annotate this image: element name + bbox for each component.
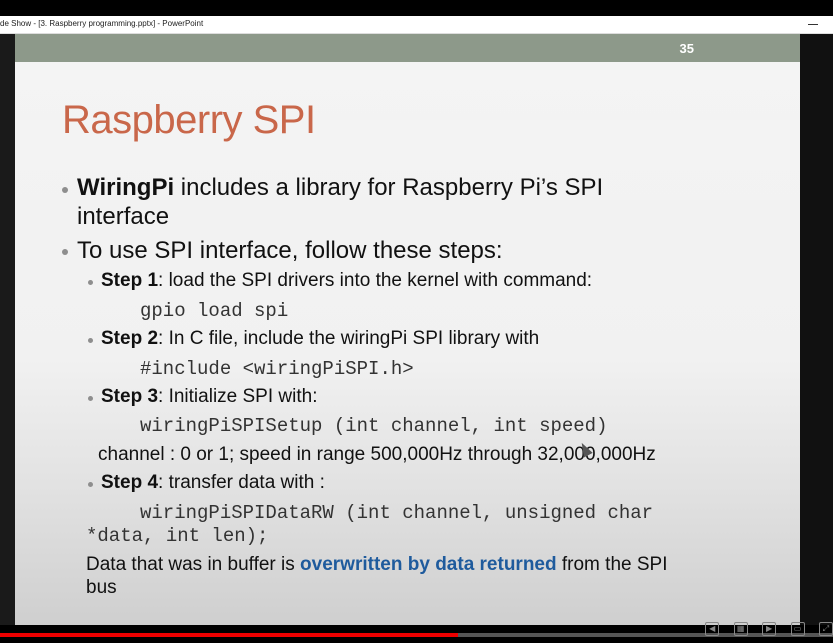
progress-fill <box>0 633 459 637</box>
next-slide-icon[interactable]: ▶ <box>762 622 777 636</box>
bullet-dot <box>62 249 68 255</box>
bullet-1-line-2: interface <box>77 203 170 230</box>
step-2-label: Step 2 <box>101 328 159 349</box>
bullet-dot <box>62 187 68 193</box>
left-letterbox <box>0 34 15 625</box>
slide-sorter-icon[interactable]: ▦ <box>733 622 748 636</box>
step-1-line: Step 1: load the SPI drivers into the ke… <box>101 270 592 292</box>
right-letterbox <box>800 34 833 625</box>
final-note-highlight: overwritten by data returned <box>300 554 557 575</box>
slideshow-controls: ◀ ▦ ▶ ▭ ⤢ <box>695 622 833 636</box>
final-note-line-1: Data that was in buffer is overwritten b… <box>86 554 667 576</box>
step-2-text: : In C file, include the wiringPi SPI li… <box>158 328 540 349</box>
step-3-code: wiringPiSPISetup (int channel, int speed… <box>140 415 608 437</box>
slide-number: 35 <box>679 41 694 56</box>
final-note-pre: Data that was in buffer is <box>86 554 301 575</box>
minimize-icon[interactable] <box>808 18 819 29</box>
bullet-1-bold: WiringPi <box>77 174 175 201</box>
step-3-note: channel : 0 or 1; speed in range 500,000… <box>98 444 656 465</box>
step-2-line: Step 2: In C file, include the wiringPi … <box>101 328 539 350</box>
sub-bullet-dot <box>88 396 93 401</box>
slide-title: Raspberry SPI <box>62 98 316 142</box>
step-4-text: : transfer data with : <box>158 472 325 493</box>
window-title: de Show - [3. Raspberry programming.pptx… <box>0 19 204 28</box>
step-4-line: Step 4: transfer data with : <box>101 472 325 494</box>
normal-view-icon[interactable]: ▭ <box>790 622 805 636</box>
final-note-post: from the SPI <box>556 554 668 575</box>
step-3-label: Step 3 <box>101 386 159 407</box>
sub-bullet-dot <box>88 280 93 285</box>
bullet-1-line-1: WiringPi includes a library for Raspberr… <box>77 174 603 202</box>
step-4-label: Step 4 <box>101 472 159 493</box>
step-3-line: Step 3: Initialize SPI with: <box>101 386 317 408</box>
bullet-2: To use SPI interface, follow these steps… <box>77 237 503 264</box>
bullet-1-text: includes a library for Raspberry Pi’s SP… <box>174 174 604 201</box>
step-4-code-line-1: wiringPiSPIDataRW (int channel, unsigned… <box>140 502 654 524</box>
prev-slide-icon[interactable]: ◀ <box>705 622 720 636</box>
window-titlebar: de Show - [3. Raspberry programming.pptx… <box>0 16 833 34</box>
sub-bullet-dot <box>88 482 93 487</box>
step-2-code: #include <wiringPiSPI.h> <box>140 358 414 380</box>
sub-bullet-dot <box>88 338 93 343</box>
step-4-code-line-2: *data, int len); <box>86 525 269 547</box>
slide-header-bar: 35 <box>15 34 800 62</box>
step-1-label: Step 1 <box>101 270 159 291</box>
fit-icon[interactable]: ⤢ <box>819 622 833 636</box>
step-3-text: : Initialize SPI with: <box>158 386 318 407</box>
step-1-code: gpio load spi <box>140 300 289 322</box>
step-1-text: : load the SPI drivers into the kernel w… <box>158 270 593 291</box>
final-note-line-2: bus <box>86 577 117 598</box>
slide-canvas: 35 Raspberry SPI WiringPi includes a lib… <box>15 34 800 625</box>
